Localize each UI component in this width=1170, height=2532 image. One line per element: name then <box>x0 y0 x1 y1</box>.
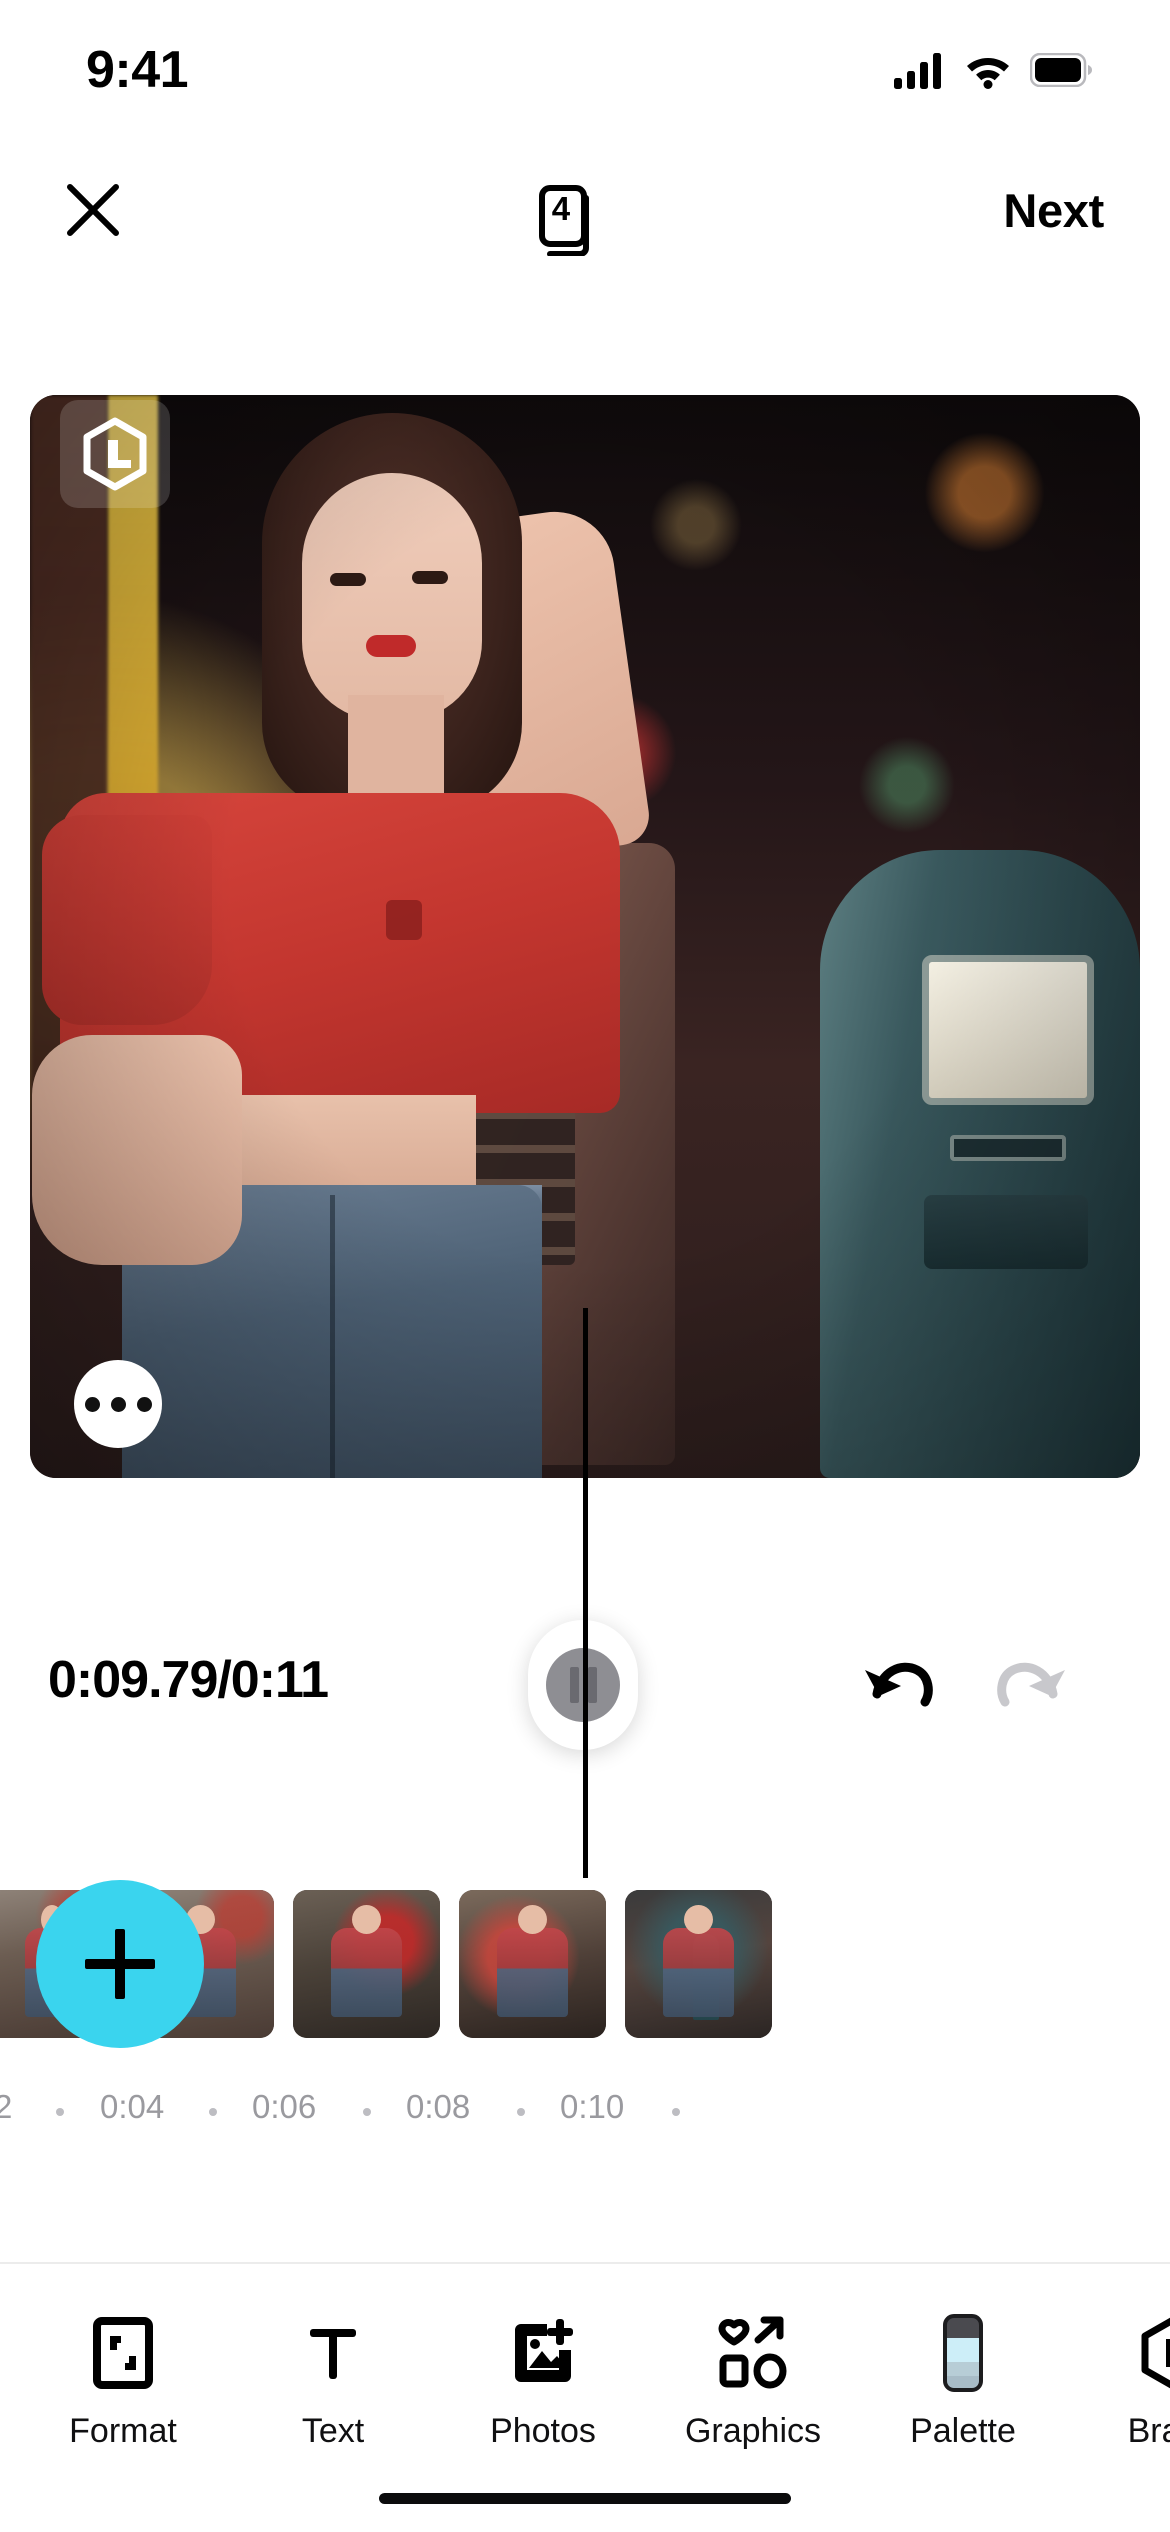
watermark-badge[interactable] <box>60 400 170 508</box>
close-icon <box>67 184 119 236</box>
toolbar-item-format[interactable]: Format <box>18 2290 228 2451</box>
brand-hexagon-l-icon <box>1139 2316 1170 2390</box>
toolbar-divider <box>0 2262 1170 2264</box>
undo-button[interactable] <box>850 1645 940 1725</box>
clip-thumb-subject <box>497 1928 568 2018</box>
more-horizontal-icon <box>84 1396 100 1412</box>
ruler-tick-label: 0:10 <box>560 2088 625 2125</box>
clip-thumbnail <box>625 1890 772 2038</box>
clip-thumb-subject <box>663 1928 734 2018</box>
status-bar: 9:41 <box>0 0 1170 130</box>
clip-thumbnail <box>293 1890 440 2038</box>
toolbar-item-brand[interactable]: Brand <box>1068 2290 1170 2451</box>
bottom-toolbar: Format Text Photos Graphics Palette Br <box>0 2290 1170 2470</box>
ruler-tick-label: 0:04 <box>100 2088 165 2125</box>
pause-bar <box>569 1667 579 1703</box>
brand-hexagon-l-icon <box>83 417 147 491</box>
toolbar-item-palette[interactable]: Palette <box>858 2290 1068 2451</box>
ruler-tick-label: 0:08 <box>406 2088 471 2125</box>
toolbar-label: Brand <box>1127 2412 1170 2450</box>
add-clip-button[interactable] <box>36 1880 204 2048</box>
timeline-clip[interactable] <box>625 1890 772 2038</box>
ruler-tick-dot <box>517 2108 525 2116</box>
more-horizontal-icon <box>136 1396 152 1412</box>
toolbar-label: Format <box>69 2412 177 2450</box>
toolbar-label: Photos <box>490 2412 596 2450</box>
toolbar-item-graphics[interactable]: Graphics <box>648 2290 858 2451</box>
palette-swatch-icon <box>932 2314 994 2392</box>
toolbar-label: Text <box>301 2412 365 2450</box>
more-horizontal-icon <box>110 1396 126 1412</box>
timeline-ruler: 2 0:04 0:06 0:08 0:10 <box>0 2080 1170 2150</box>
toolbar-label: Graphics <box>684 2412 822 2450</box>
ruler-tick-dot <box>209 2108 217 2116</box>
toolbar-label: Palette <box>910 2412 1016 2450</box>
timeline-clip[interactable] <box>293 1890 440 2038</box>
pages-count-label: 4 <box>551 190 571 228</box>
redo-icon <box>997 1662 1065 1707</box>
pages-button[interactable]: 4 <box>502 165 622 256</box>
photo-add-icon <box>508 2316 578 2390</box>
more-options-button[interactable] <box>74 1360 162 1448</box>
toolbar-item-text[interactable]: Text <box>228 2290 438 2451</box>
status-icons <box>894 51 1092 89</box>
format-frame-icon <box>92 2316 154 2390</box>
timeline-clip[interactable] <box>459 1890 606 2038</box>
ruler-tick-dot <box>56 2108 64 2116</box>
redo-button[interactable] <box>990 1645 1080 1725</box>
undo-icon <box>865 1662 933 1707</box>
nav-bar: 4 Next <box>0 150 1170 270</box>
next-button[interactable]: Next <box>985 177 1122 244</box>
clip-thumbnail <box>459 1890 606 2038</box>
ruler-tick-label: 0:06 <box>252 2088 317 2125</box>
ruler-tick-label: 2 <box>0 2088 13 2125</box>
status-time: 9:41 <box>86 41 189 99</box>
timecode-label: 0:09.79/0:11 <box>48 1651 329 1709</box>
graphics-shapes-icon <box>718 2316 788 2390</box>
home-indicator <box>379 2493 791 2504</box>
plus-icon <box>115 1929 125 1999</box>
wifi-icon <box>967 58 1009 89</box>
toolbar-item-photos[interactable]: Photos <box>438 2290 648 2451</box>
text-t-icon <box>302 2316 364 2390</box>
pause-bar <box>587 1667 597 1703</box>
close-button[interactable] <box>48 165 138 255</box>
cellular-signal-icon <box>894 53 941 89</box>
timeline-playhead[interactable] <box>583 1308 588 1878</box>
ruler-tick-dot <box>363 2108 371 2116</box>
battery-icon <box>1030 53 1092 87</box>
clip-thumb-subject <box>331 1928 402 2018</box>
ruler-tick-dot <box>672 2108 680 2116</box>
